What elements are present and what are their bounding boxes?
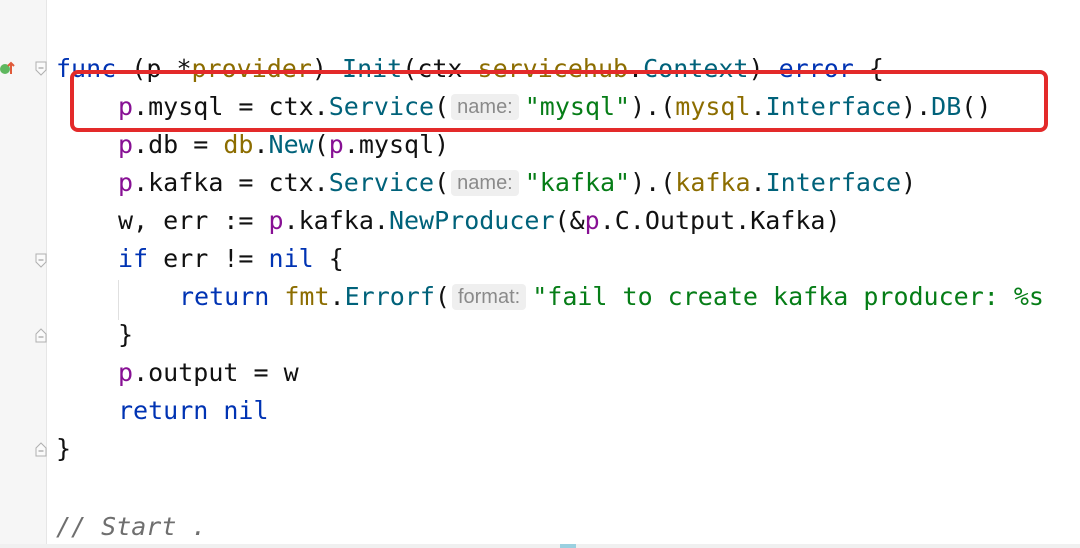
function-call: New (268, 130, 314, 159)
fold-open-icon[interactable] (34, 252, 48, 270)
punct: ).( (630, 168, 676, 197)
field-chain: .C.Output.Kafka) (599, 206, 841, 235)
bottom-scroll-marker[interactable] (560, 544, 576, 548)
punct: . (253, 130, 269, 159)
code-editor[interactable]: func (p *provider) Init(ctx servicehub.C… (0, 0, 1080, 548)
assignment: w, err := (118, 206, 269, 235)
receiver: p (118, 358, 134, 387)
receiver: p (584, 206, 600, 235)
function-call: Errorf (344, 282, 435, 311)
fold-close-icon[interactable] (34, 440, 48, 458)
editor-gutter (0, 0, 47, 548)
punct: ( (434, 168, 450, 197)
field: .output (133, 358, 239, 387)
package-name: fmt (284, 282, 330, 311)
highlight-annotation-box (70, 70, 1048, 132)
punct: } (118, 320, 134, 349)
punct: } (56, 434, 72, 463)
punct (269, 282, 284, 311)
field: .mysql (343, 130, 435, 159)
keyword: if (118, 244, 149, 273)
code-line-output-assign[interactable]: p.output = w (118, 356, 299, 390)
punct: = ctx. (223, 168, 329, 197)
keyword: return (179, 282, 270, 311)
receiver: p (268, 206, 284, 235)
string-literal: "fail to create kafka producer: %s (532, 282, 1044, 311)
field: .kafka (133, 168, 224, 197)
punct: (& (554, 206, 585, 235)
method-call: Service (328, 168, 435, 197)
assignment: = w (238, 358, 299, 387)
bottom-scroll-track (0, 544, 1080, 548)
punct: ( (313, 130, 329, 159)
code-line-kafka-service[interactable]: p.kafka = ctx.Service(name: "kafka").(kaf… (118, 166, 916, 200)
condition: err != (148, 244, 269, 273)
punct: ) (901, 168, 917, 197)
code-line-return-nil[interactable]: return nil (118, 394, 269, 428)
fold-open-icon[interactable] (34, 60, 48, 78)
method-call: NewProducer (388, 206, 555, 235)
field: .db (133, 130, 179, 159)
code-line-close-if[interactable]: } (118, 318, 133, 352)
comment: // Start . (56, 512, 207, 541)
parameter-hint: name: (451, 170, 519, 196)
package-name: kafka (675, 168, 751, 197)
punct: . (329, 282, 345, 311)
parameter-hint: format: (451, 284, 527, 310)
string-literal: "kafka" (524, 168, 631, 197)
punct (208, 396, 223, 425)
code-line-return-errorf[interactable]: return fmt.Errorf(format: "fail to create… (179, 280, 1044, 314)
code-line-db-new[interactable]: p.db = db.New(p.mysql) (118, 128, 449, 162)
receiver: p (328, 130, 344, 159)
code-line-new-producer[interactable]: w, err := p.kafka.NewProducer(&p.C.Outpu… (118, 204, 841, 238)
receiver: p (118, 168, 134, 197)
implementation-marker-icon[interactable] (0, 58, 16, 80)
receiver: p (118, 130, 134, 159)
package-name: db (223, 130, 254, 159)
keyword: return (118, 396, 209, 425)
code-line-if-err[interactable]: if err != nil { (118, 242, 344, 276)
fold-close-icon[interactable] (34, 326, 48, 344)
type-name: Interface (765, 168, 902, 197)
punct: ) (434, 130, 450, 159)
punct: { (313, 244, 344, 273)
punct: ( (434, 282, 450, 311)
keyword: nil (268, 244, 314, 273)
code-line-close-func[interactable]: } (56, 432, 71, 466)
punct: = (178, 130, 224, 159)
keyword: nil (223, 396, 269, 425)
field: .kafka. (283, 206, 389, 235)
code-line-comment[interactable]: // Start . (56, 510, 207, 544)
punct: . (750, 168, 766, 197)
